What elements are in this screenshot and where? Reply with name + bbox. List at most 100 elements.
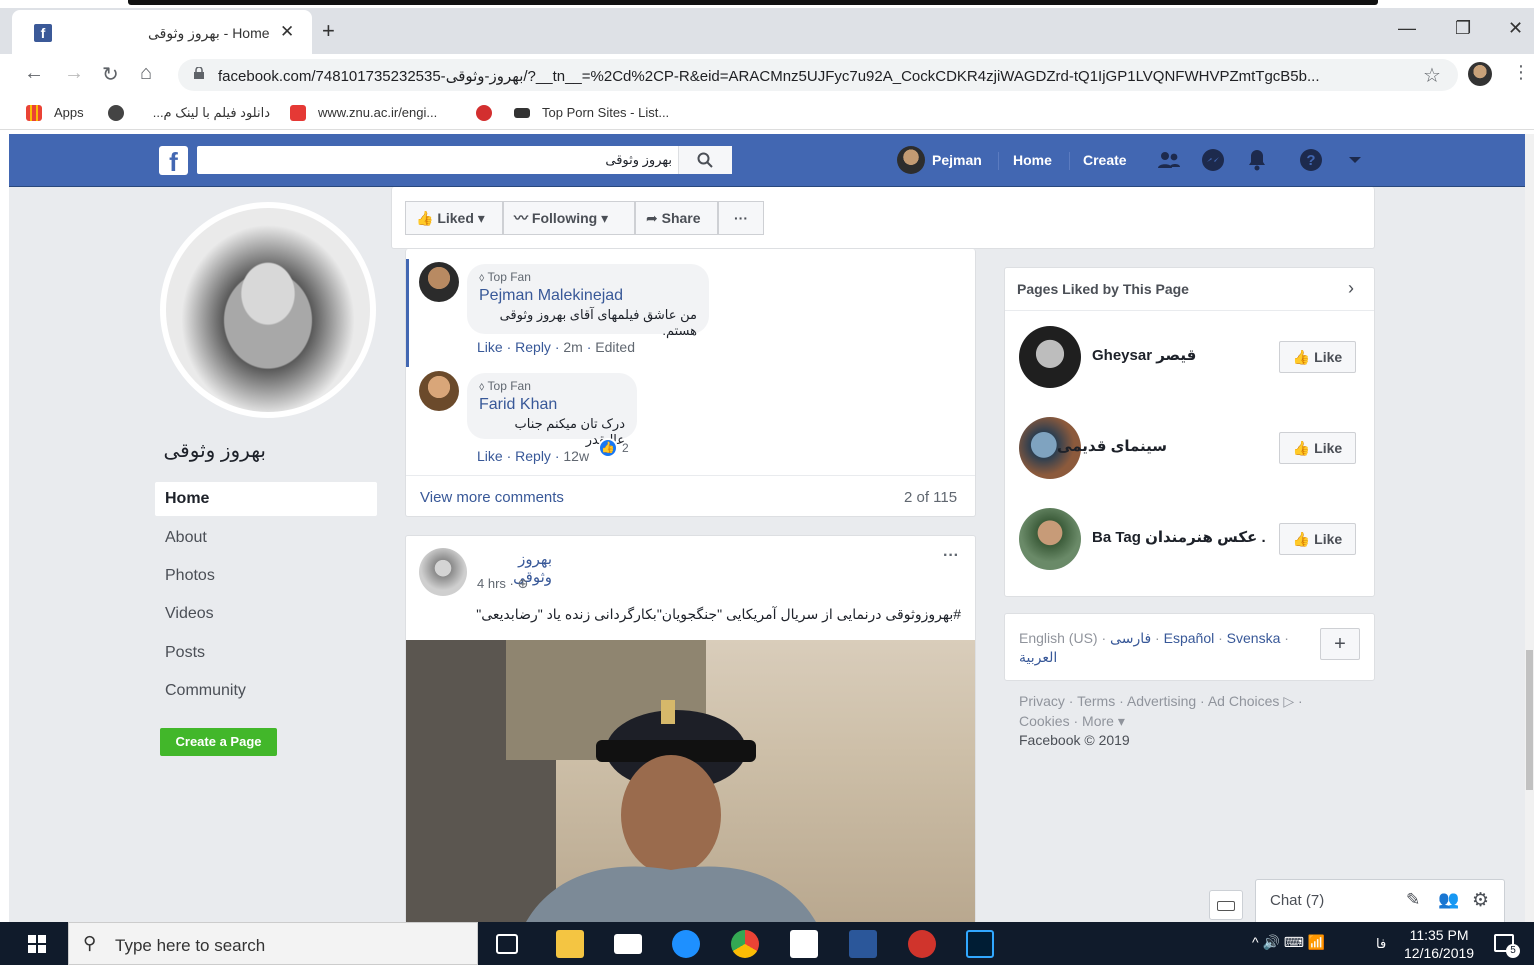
notifications-bell-icon[interactable] — [1245, 148, 1269, 172]
account-menu-chevron-icon[interactable] — [1343, 148, 1367, 172]
page-name[interactable]: بهروز وثوقی — [160, 438, 266, 463]
like-page-button[interactable]: 👍 Like — [1279, 523, 1356, 555]
left-nav-videos[interactable]: Videos — [155, 597, 377, 631]
new-message-icon[interactable]: ✎ — [1406, 890, 1420, 910]
page-name-cinema[interactable]: سینمای قدیمی — [1057, 437, 1167, 455]
footer-privacy[interactable]: Privacy — [1019, 693, 1065, 709]
left-nav-community[interactable]: Community — [155, 674, 377, 708]
bookmark-znu[interactable]: www.znu.ac.ir/engi... — [318, 105, 437, 120]
add-language-button[interactable]: + — [1320, 628, 1360, 660]
like-reaction-icon[interactable]: 👍 — [598, 438, 618, 458]
minimize-icon[interactable]: — — [1398, 18, 1416, 39]
reply-link[interactable]: Reply — [515, 339, 551, 355]
edge-icon[interactable] — [672, 930, 700, 958]
view-more-comments-link[interactable]: View more comments — [420, 489, 564, 506]
taskbar-search-box[interactable]: ⚲ Type here to search — [68, 922, 478, 965]
footer-ad-choices[interactable]: Ad Choices — [1208, 693, 1280, 709]
footer-advertising[interactable]: Advertising — [1127, 693, 1196, 709]
messenger-icon[interactable] — [1201, 148, 1225, 172]
like-link[interactable]: Like — [477, 339, 503, 355]
home-icon[interactable]: ⌂ — [140, 62, 152, 85]
word-icon[interactable] — [849, 930, 877, 958]
like-link[interactable]: Like — [477, 448, 503, 464]
create-page-button[interactable]: Create a Page — [160, 728, 277, 756]
bookmark-star-icon[interactable]: ☆ — [1423, 63, 1441, 88]
like-page-button[interactable]: 👍 Like — [1279, 341, 1356, 373]
left-nav-home[interactable]: Home — [155, 482, 377, 516]
back-icon[interactable]: ← — [24, 62, 44, 85]
page-name-batag[interactable]: Ba Tag باتگ . عکس هنرمندان — [1092, 528, 1270, 546]
commenter-avatar[interactable] — [419, 262, 459, 302]
liked-button[interactable]: 👍 Liked ▾ — [405, 201, 503, 235]
chevron-right-icon[interactable]: › — [1348, 278, 1354, 299]
create-group-icon[interactable]: 👥 — [1438, 890, 1459, 910]
page-profile-picture[interactable] — [160, 202, 376, 418]
reload-icon[interactable]: ↻ — [102, 62, 119, 87]
windows-start-icon[interactable] — [28, 935, 46, 953]
post-author-avatar[interactable] — [419, 548, 467, 596]
lang-spanish[interactable]: Español — [1164, 630, 1215, 646]
pages-liked-title[interactable]: Pages Liked by This Page — [1017, 281, 1189, 297]
scrollbar-thumb[interactable] — [1526, 650, 1533, 790]
comment-time[interactable]: 12w — [563, 448, 589, 464]
following-button[interactable]: 〰 Following ▾ — [503, 201, 635, 235]
photoshop-icon[interactable] — [966, 930, 994, 958]
browser-tab[interactable]: f بهروز وثوقی - Home ✕ — [12, 10, 312, 54]
reaction-count[interactable]: 2 — [622, 441, 629, 455]
commenter-name[interactable]: Farid Khan — [479, 396, 625, 414]
chat-bar[interactable]: Chat (7) ✎ 👥 ⚙ — [1255, 879, 1505, 922]
forward-icon[interactable]: → — [64, 62, 84, 85]
commenter-avatar[interactable] — [419, 371, 459, 411]
bookmark-movie-download[interactable]: دانلود فیلم با لینک م... — [138, 105, 270, 121]
page-avatar-gheysar[interactable] — [1019, 326, 1081, 388]
like-page-button[interactable]: 👍 Like — [1279, 432, 1356, 464]
tray-icons[interactable]: ^ 🔊 ⌨ 📶 — [1252, 934, 1325, 951]
chat-settings-gear-icon[interactable]: ⚙ — [1472, 889, 1489, 912]
close-window-icon[interactable]: ✕ — [1508, 18, 1523, 39]
help-icon[interactable]: ? — [1299, 148, 1323, 172]
lang-swedish[interactable]: Svenska — [1227, 630, 1281, 646]
bookmark-apps[interactable]: Apps — [54, 105, 84, 120]
browser-menu-icon[interactable]: ⋮ — [1512, 62, 1530, 83]
left-nav-posts[interactable]: Posts — [155, 636, 377, 670]
profile-link[interactable]: Pejman — [932, 152, 982, 168]
chat-label[interactable]: Chat (7) — [1270, 892, 1324, 909]
commenter-name[interactable]: Pejman Malekinejad — [479, 287, 697, 305]
post-time[interactable]: 4 hrs · ⊕ — [477, 576, 528, 592]
more-actions-button[interactable]: ··· — [718, 201, 764, 235]
facebook-logo-icon[interactable]: f — [159, 146, 188, 177]
task-view-icon[interactable] — [496, 934, 518, 954]
lang-farsi[interactable]: فارسی — [1110, 630, 1151, 646]
browser-profile-avatar[interactable] — [1468, 62, 1492, 86]
create-link[interactable]: Create — [1083, 152, 1127, 168]
close-tab-icon[interactable]: ✕ — [280, 22, 294, 42]
file-explorer-icon[interactable] — [556, 930, 584, 958]
red-circle-icon[interactable] — [476, 105, 492, 121]
home-link[interactable]: Home — [1013, 152, 1052, 168]
page-name-gheysar[interactable]: Gheysar قیصر — [1092, 346, 1196, 364]
post-menu-button[interactable]: ··· — [943, 547, 959, 565]
p-app-icon[interactable] — [908, 930, 936, 958]
new-tab-button[interactable]: + — [322, 18, 335, 44]
comment-time[interactable]: 2m — [563, 339, 582, 355]
bookmark-list[interactable]: Top Porn Sites - List... — [542, 105, 669, 120]
footer-cookies[interactable]: Cookies — [1019, 713, 1070, 729]
share-button[interactable]: ➦ Share — [635, 201, 718, 235]
reply-link[interactable]: Reply — [515, 448, 551, 464]
keyboard-icon[interactable] — [1209, 890, 1243, 920]
footer-more[interactable]: More — [1082, 713, 1114, 729]
search-bar[interactable]: بهروز وثوقی — [197, 146, 732, 174]
post-photo[interactable] — [406, 640, 975, 922]
address-bar[interactable]: facebook.com/748101735232535-بهروز-وثوقی… — [178, 59, 1458, 91]
left-nav-about[interactable]: About — [155, 521, 377, 555]
left-nav-photos[interactable]: Photos — [155, 559, 377, 593]
page-scrollbar[interactable] — [1525, 134, 1534, 922]
footer-terms[interactable]: Terms — [1077, 693, 1115, 709]
system-clock[interactable]: 11:35 PM 12/16/2019 — [1404, 926, 1474, 962]
chrome-icon[interactable] — [731, 930, 759, 958]
friend-requests-icon[interactable] — [1157, 148, 1181, 172]
user-avatar[interactable] — [897, 146, 925, 174]
lang-arabic[interactable]: العربية — [1019, 649, 1057, 665]
page-avatar-batag[interactable] — [1019, 508, 1081, 570]
mail-icon[interactable] — [614, 934, 642, 954]
